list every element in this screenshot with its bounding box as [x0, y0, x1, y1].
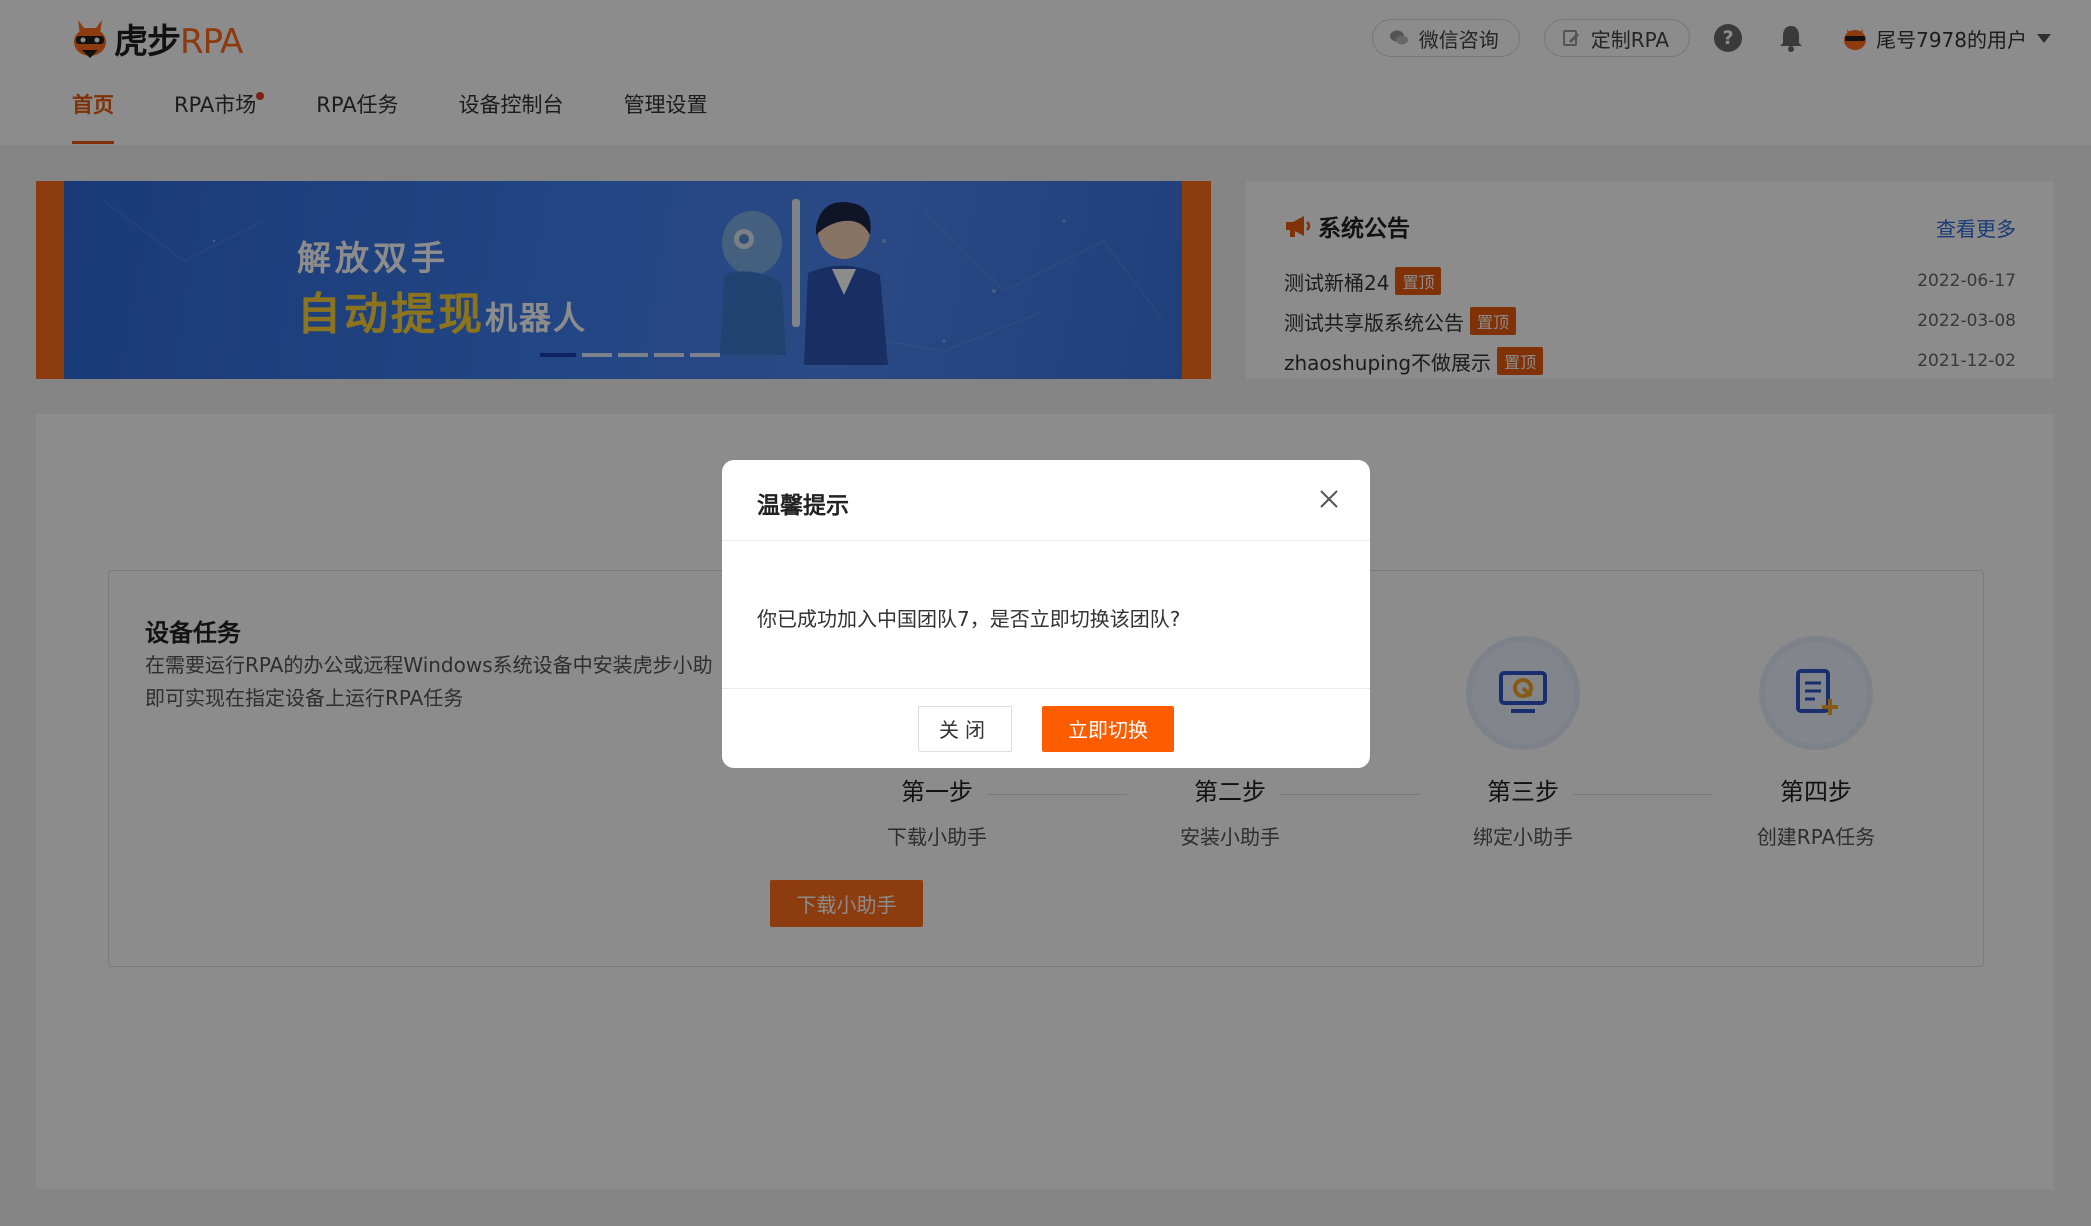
close-button[interactable]: 关闭 — [918, 705, 1012, 752]
close-icon[interactable] — [1318, 488, 1340, 510]
dialog-message: 你已成功加入中国团队7，是否立即切换该团队? — [757, 607, 1181, 631]
switch-team-button[interactable]: 立即切换 — [1042, 705, 1174, 752]
tip-dialog: 温馨提示 你已成功加入中国团队7，是否立即切换该团队? 关闭 立即切换 — [722, 460, 1370, 768]
dialog-title: 温馨提示 — [757, 493, 849, 519]
